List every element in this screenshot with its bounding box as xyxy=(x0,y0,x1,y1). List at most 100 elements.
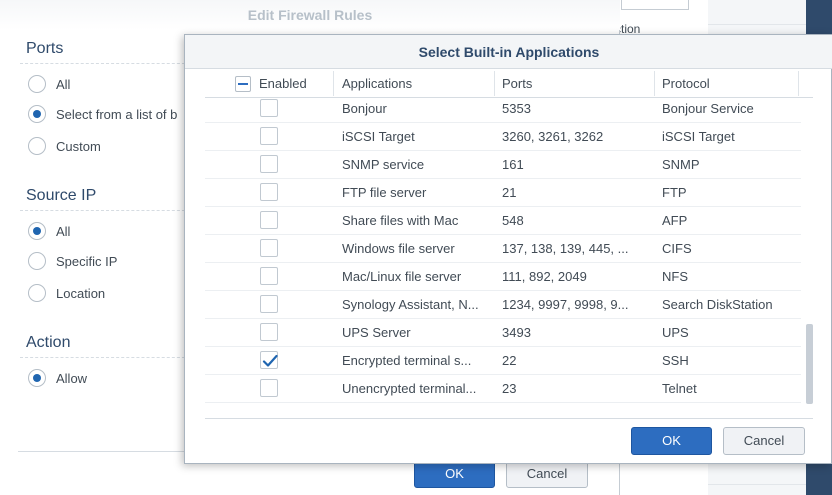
table-row[interactable]: iSCSI Target 3260, 3261, 3262 iSCSI Target xyxy=(205,123,801,151)
radio-button[interactable] xyxy=(28,252,46,270)
cell-ports: 3260, 3261, 3262 xyxy=(502,129,604,144)
cell-protocol: FTP xyxy=(662,185,687,200)
table-row[interactable]: UPS Server 3493 UPS xyxy=(205,319,801,347)
enabled-checkbox[interactable] xyxy=(260,267,278,285)
dialog-title: Edit Firewall Rules xyxy=(0,0,620,30)
radio-button[interactable] xyxy=(28,75,46,93)
enabled-checkbox[interactable] xyxy=(260,323,278,341)
cell-ports: 111, 892, 2049 xyxy=(502,269,587,284)
cell-protocol: Telnet xyxy=(662,381,697,396)
column-divider xyxy=(798,71,799,96)
cell-protocol: UPS xyxy=(662,325,689,340)
action-heading: Action xyxy=(26,334,71,351)
checkmark-icon xyxy=(262,354,278,367)
table-row[interactable]: Windows file server 137, 138, 139, 445, .… xyxy=(205,235,801,263)
table-row[interactable]: FTP file server 21 FTP xyxy=(205,179,801,207)
cell-protocol: SSH xyxy=(662,353,689,368)
grid-header: Enabled Applications Ports Protocol xyxy=(205,69,813,98)
modal-title: Select Built-in Applications xyxy=(185,35,832,69)
action-allow-radio[interactable]: Allow xyxy=(28,368,87,388)
cell-protocol: SNMP xyxy=(662,157,700,172)
section-divider xyxy=(20,210,190,211)
cell-ports: 22 xyxy=(502,353,517,368)
enabled-checkbox-checked[interactable] xyxy=(260,351,278,369)
edit-cancel-button[interactable]: Cancel xyxy=(506,460,588,488)
cell-ports: 5353 xyxy=(502,101,531,116)
cell-ports: 3493 xyxy=(502,325,531,340)
cell-application: Mac/Linux file server xyxy=(342,269,462,284)
cell-application: iSCSI Target xyxy=(342,129,415,144)
grid-scrollbar[interactable] xyxy=(806,324,813,404)
enabled-checkbox[interactable] xyxy=(260,379,278,397)
table-row[interactable]: Bonjour 5353 Bonjour Service xyxy=(205,98,801,123)
radio-button-selected[interactable] xyxy=(28,369,46,387)
radio-label: Location xyxy=(56,285,106,301)
enabled-checkbox[interactable] xyxy=(260,127,278,145)
radio-label: Allow xyxy=(56,370,88,386)
ports-heading: Ports xyxy=(26,40,64,57)
radio-label: Custom xyxy=(56,138,101,154)
table-row[interactable]: Mac/Linux file server 111, 892, 2049 NFS xyxy=(205,263,801,291)
cell-protocol: iSCSI Target xyxy=(662,129,735,144)
cell-application: SNMP service xyxy=(342,157,425,172)
edit-ok-button[interactable]: OK xyxy=(414,460,495,488)
grid-bottom-divider xyxy=(205,418,813,419)
column-header-applications[interactable]: Applications xyxy=(334,69,494,98)
column-header-ports[interactable]: Ports xyxy=(494,69,654,98)
background-field xyxy=(621,0,689,10)
cell-application: Encrypted terminal s... xyxy=(342,353,472,368)
column-header-protocol[interactable]: Protocol xyxy=(654,69,798,98)
cell-ports: 548 xyxy=(502,213,524,228)
radio-label: All xyxy=(56,223,71,239)
select-built-in-applications-dialog: Select Built-in Applications Enabled App… xyxy=(184,34,832,464)
radio-label: Specific IP xyxy=(56,253,118,269)
cell-application: Unencrypted terminal... xyxy=(342,381,477,396)
radio-button[interactable] xyxy=(28,137,46,155)
enabled-checkbox[interactable] xyxy=(260,155,278,173)
cell-application: Bonjour xyxy=(342,101,387,116)
enabled-checkbox[interactable] xyxy=(260,99,278,117)
enabled-checkbox[interactable] xyxy=(260,183,278,201)
ports-custom-radio[interactable]: Custom xyxy=(28,136,101,156)
cell-ports: 23 xyxy=(502,381,517,396)
cell-protocol: AFP xyxy=(662,213,688,228)
radio-label: All xyxy=(56,76,71,92)
radio-button[interactable] xyxy=(28,284,46,302)
table-row[interactable]: Unencrypted terminal... 23 Telnet xyxy=(205,375,801,403)
select-all-checkbox-indeterminate[interactable] xyxy=(235,76,251,92)
radio-button-selected[interactable] xyxy=(28,105,46,123)
enabled-checkbox[interactable] xyxy=(260,239,278,257)
cell-ports: 21 xyxy=(502,185,517,200)
cell-protocol: CIFS xyxy=(662,241,692,256)
modal-cancel-button[interactable]: Cancel xyxy=(723,427,805,455)
section-divider xyxy=(20,63,190,64)
source-ip-specific-radio[interactable]: Specific IP xyxy=(28,251,117,271)
cell-ports: 161 xyxy=(502,157,524,172)
enabled-checkbox[interactable] xyxy=(260,295,278,313)
table-row[interactable]: SNMP service 161 SNMP xyxy=(205,151,801,179)
radio-button-selected[interactable] xyxy=(28,222,46,240)
cell-application: Synology Assistant, N... xyxy=(342,297,479,312)
modal-ok-button[interactable]: OK xyxy=(631,427,712,455)
applications-grid: Bonjour 5353 Bonjour Service iSCSI Target 32… xyxy=(205,98,813,406)
cell-protocol: Search DiskStation xyxy=(662,297,773,312)
radio-label: Select from a list of b xyxy=(56,106,178,122)
source-ip-heading: Source IP xyxy=(26,187,97,204)
source-ip-location-radio[interactable]: Location xyxy=(28,283,105,303)
cell-application: FTP file server xyxy=(342,185,427,200)
table-row[interactable]: Encrypted terminal s... 22 SSH xyxy=(205,347,801,375)
ports-all-radio[interactable]: All xyxy=(28,74,70,94)
table-row[interactable]: Synology Assistant, N... 1234, 9997, 9998… xyxy=(205,291,801,319)
cell-application: UPS Server xyxy=(342,325,411,340)
enabled-checkbox[interactable] xyxy=(260,211,278,229)
ports-select-from-list-radio[interactable]: Select from a list of b xyxy=(28,104,177,124)
cell-application: Windows file server xyxy=(342,241,455,256)
section-divider xyxy=(20,357,190,358)
source-ip-all-radio[interactable]: All xyxy=(28,221,70,241)
cell-protocol: Bonjour Service xyxy=(662,101,754,116)
cell-ports: 137, 138, 139, 445, ... xyxy=(502,241,629,256)
table-row[interactable]: Share files with Mac 548 AFP xyxy=(205,207,801,235)
cell-application: Share files with Mac xyxy=(342,213,459,228)
cell-protocol: NFS xyxy=(662,269,688,284)
cell-ports: 1234, 9997, 9998, 9... xyxy=(502,297,629,312)
